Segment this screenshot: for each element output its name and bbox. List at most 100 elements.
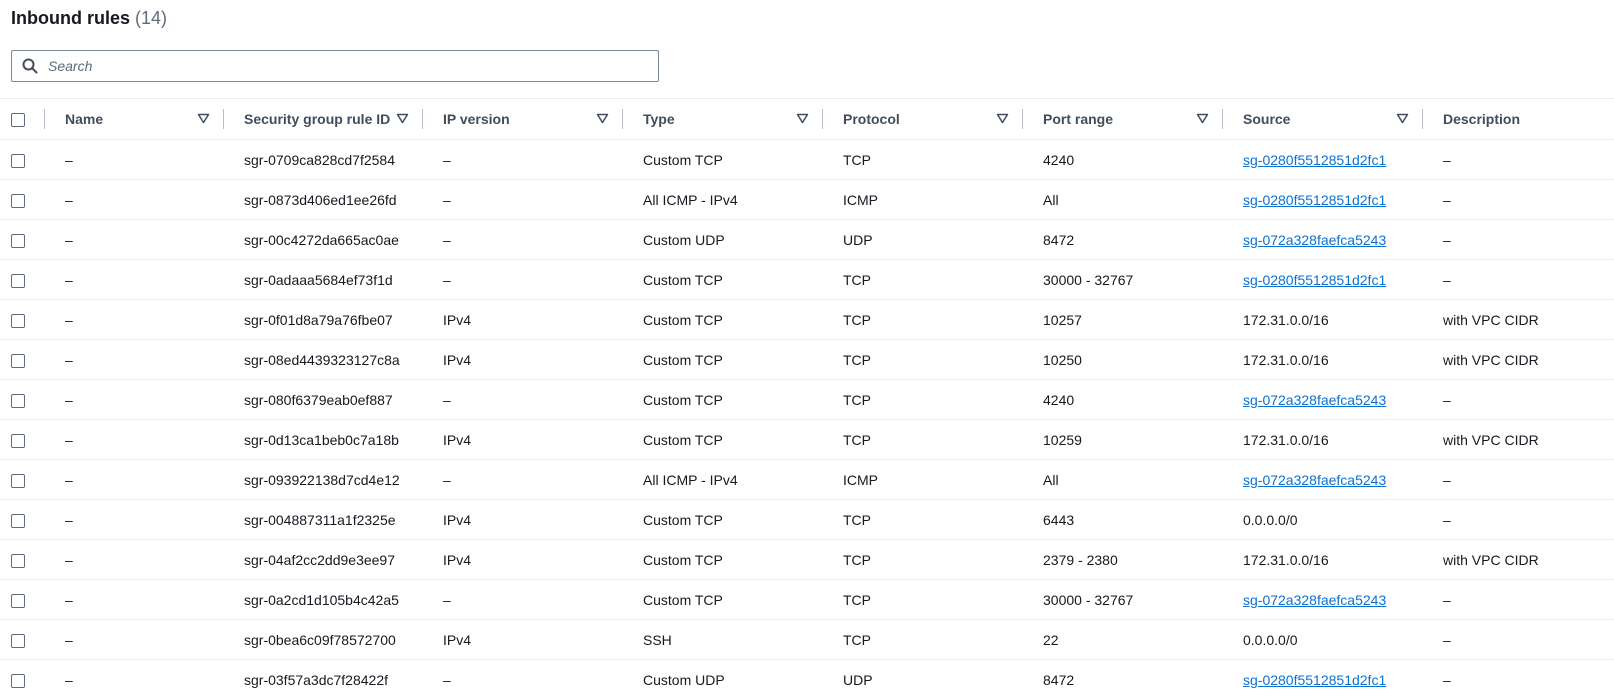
protocol: TCP (843, 351, 871, 368)
column-header-description[interactable]: Description (1423, 99, 1614, 140)
port-range-cell: 10259 (1023, 420, 1223, 460)
port-range: 6443 (1043, 511, 1075, 528)
table-row[interactable]: – sgr-0873d406ed1ee26fd – All ICMP - IPv4 IC… (0, 180, 1614, 220)
table-row[interactable]: – sgr-04af2cc2dd9e3ee97 IPv4 Custom TCP TCP 2… (0, 540, 1614, 580)
column-header-protocol[interactable]: Protocol (823, 99, 1023, 140)
row-select-cell (0, 660, 45, 700)
row-checkbox[interactable] (11, 673, 25, 688)
sort-icon[interactable] (1196, 112, 1209, 125)
source-security-group-link[interactable]: sg-0280f5512851d2fc1 (1243, 192, 1401, 208)
source-security-group-link[interactable]: sg-0280f5512851d2fc1 (1243, 272, 1401, 288)
sort-icon[interactable] (396, 112, 409, 125)
security-group-rule-id: sgr-00c4272da665ac0ae (244, 231, 399, 248)
row-checkbox[interactable] (11, 153, 25, 168)
sort-icon[interactable] (596, 112, 609, 125)
column-header-name[interactable]: Name (45, 99, 224, 140)
table-row[interactable]: – sgr-03f57a3dc7f28422f – Custom UDP UDP 8472… (0, 660, 1614, 700)
source-cell: sg-0280f5512851d2fc1 (1223, 140, 1423, 180)
column-label: Security group rule ID (244, 111, 391, 127)
row-checkbox[interactable] (11, 193, 25, 208)
protocol-cell: TCP (823, 260, 1023, 300)
ip-version-cell: – (423, 140, 623, 180)
security-group-rule-id: sgr-0873d406ed1ee26fd (244, 191, 397, 208)
table-row[interactable]: – sgr-004887311a1f2325e IPv4 Custom TCP TCP 6… (0, 500, 1614, 540)
rule-count: (14) (135, 8, 168, 28)
port-range: 8472 (1043, 671, 1075, 688)
column-header-sgr[interactable]: Security group rule ID (224, 99, 423, 140)
rule-description-cell: – (1423, 660, 1614, 700)
row-checkbox[interactable] (11, 553, 25, 568)
row-checkbox[interactable] (11, 593, 25, 608)
row-select-cell (0, 260, 45, 300)
row-checkbox[interactable] (11, 513, 25, 528)
rule-type: All ICMP - IPv4 (643, 471, 738, 488)
source-security-group-link[interactable]: sg-072a328faefca5243 (1243, 592, 1401, 608)
table-row[interactable]: – sgr-0bea6c09f78572700 IPv4 SSH TCP 22 0.0.0.… (0, 620, 1614, 660)
column-label: Port range (1043, 111, 1114, 127)
ip-version-cell: IPv4 (423, 420, 623, 460)
row-checkbox[interactable] (11, 473, 25, 488)
table-row[interactable]: – sgr-0adaaa5684ef73f1d – Custom TCP TCP 3000… (0, 260, 1614, 300)
sort-icon[interactable] (1396, 112, 1409, 125)
row-checkbox[interactable] (11, 433, 25, 448)
protocol: TCP (843, 511, 871, 528)
ip-version-cell: IPv4 (423, 300, 623, 340)
row-checkbox[interactable] (11, 393, 25, 408)
search-input[interactable] (46, 57, 658, 75)
rule-description-cell: – (1423, 620, 1614, 660)
row-checkbox[interactable] (11, 353, 25, 368)
ip-version: IPv4 (443, 511, 472, 528)
source-security-group-link[interactable]: sg-072a328faefca5243 (1243, 392, 1401, 408)
source-wrapper: sg-0280f5512851d2fc1 (1223, 192, 1423, 208)
source-cell: sg-0280f5512851d2fc1 (1223, 260, 1423, 300)
row-checkbox[interactable] (11, 233, 25, 248)
source-cidr: 172.31.0.0/16 (1243, 351, 1329, 368)
column-label: Name (65, 111, 104, 127)
rule-name: – (65, 151, 73, 168)
ip-version: – (443, 191, 451, 208)
row-checkbox[interactable] (11, 273, 25, 288)
select-all-checkbox[interactable] (11, 113, 25, 128)
rule-description-cell: with VPC CIDR (1423, 420, 1614, 460)
sort-icon[interactable] (796, 112, 809, 125)
security-group-rule-id-cell: sgr-00c4272da665ac0ae (224, 220, 423, 260)
source-cell: 172.31.0.0/16 (1223, 540, 1423, 580)
column-header-type[interactable]: Type (623, 99, 823, 140)
rule-description-cell: – (1423, 260, 1614, 300)
column-header-ip-version[interactable]: IP version (423, 99, 623, 140)
column-header-port-range[interactable]: Port range (1023, 99, 1223, 140)
sort-icon[interactable] (197, 112, 210, 125)
search-box[interactable] (11, 50, 659, 82)
port-range: 4240 (1043, 391, 1075, 408)
rule-name: – (65, 671, 73, 688)
table-row[interactable]: – sgr-093922138d7cd4e12 – All ICMP - IPv4 IC… (0, 460, 1614, 500)
protocol: TCP (843, 631, 871, 648)
table-row[interactable]: – sgr-00c4272da665ac0ae – Custom UDP UDP 8472… (0, 220, 1614, 260)
table-row[interactable]: – sgr-08ed4439323127c8a IPv4 Custom TCP TCP 1… (0, 340, 1614, 380)
table-row[interactable]: – sgr-0d13ca1beb0c7a18b IPv4 Custom TCP TCP 1… (0, 420, 1614, 460)
security-group-rule-id: sgr-004887311a1f2325e (244, 511, 396, 528)
security-group-rule-id-cell: sgr-0f01d8a79a76fbe07 (224, 300, 423, 340)
source-cell: 172.31.0.0/16 (1223, 420, 1423, 460)
row-checkbox[interactable] (11, 633, 25, 648)
rule-description-cell: – (1423, 380, 1614, 420)
sort-icon[interactable] (996, 112, 1009, 125)
rule-type-cell: Custom TCP (623, 500, 823, 540)
table-row[interactable]: – sgr-0709ca828cd7f2584 – Custom TCP TCP 4240… (0, 140, 1614, 180)
column-label: Protocol (843, 111, 900, 127)
inbound-rules-table: Name Security group rule ID IP version T… (0, 98, 1614, 700)
column-header-source[interactable]: Source (1223, 99, 1423, 140)
security-group-rule-id-cell: sgr-0bea6c09f78572700 (224, 620, 423, 660)
rule-description: – (1443, 471, 1451, 488)
source-security-group-link[interactable]: sg-0280f5512851d2fc1 (1243, 152, 1401, 168)
protocol-cell: TCP (823, 500, 1023, 540)
table-row[interactable]: – sgr-080f6379eab0ef887 – Custom TCP TCP 4240… (0, 380, 1614, 420)
row-checkbox[interactable] (11, 313, 25, 328)
table-row[interactable]: – sgr-0f01d8a79a76fbe07 IPv4 Custom TCP TCP 1… (0, 300, 1614, 340)
protocol-cell: TCP (823, 420, 1023, 460)
source-security-group-link[interactable]: sg-0280f5512851d2fc1 (1243, 672, 1401, 688)
table-row[interactable]: – sgr-0a2cd1d105b4c42a5 – Custom TCP TCP 3000… (0, 580, 1614, 620)
source-security-group-link[interactable]: sg-072a328faefca5243 (1243, 472, 1401, 488)
source-security-group-link[interactable]: sg-072a328faefca5243 (1243, 232, 1401, 248)
port-range: 4240 (1043, 151, 1075, 168)
